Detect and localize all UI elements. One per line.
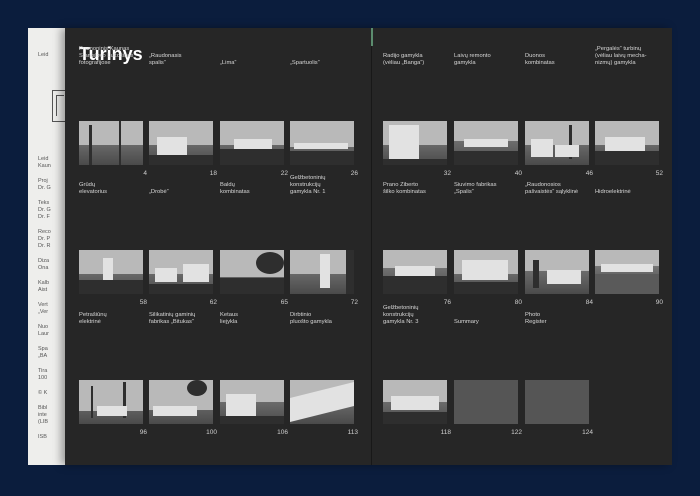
page-number: 80 [514,299,522,306]
contents-spread: Turinys Pramoninis Kaunas Stanislovo Luk… [65,28,672,465]
entry-thumbnail [454,380,518,424]
colophon-fragment: Bibl [38,405,48,411]
bookmark-ribbon [371,28,373,46]
page-number: 40 [514,170,522,177]
colophon-fragment: Spa [38,346,48,352]
page-number: 52 [655,170,663,177]
entry-caption: „Pergalės“ turbinų (vėliau laivų mecha- … [595,46,647,66]
entry-caption: Hidroelektrinė [595,189,631,195]
entry-caption: „Raudonasis spalis“ [149,53,182,66]
colophon-fragment: Ona [38,265,49,271]
colophon-fragment: Dr. R [38,243,51,249]
entry-thumbnail [454,250,518,294]
entry-caption: Radijo gamykla (vėliau „Banga“) [383,53,425,66]
page-number: 65 [280,299,288,306]
colophon-fragment: Dr. P [38,236,51,242]
page-number: 106 [277,429,288,436]
entry-caption: Siuvimo fabrikas „Spalis“ [454,182,497,195]
page-number: 113 [347,429,358,436]
entry-thumbnail [525,121,589,165]
entry-thumbnail [595,250,659,294]
entry-caption: Summary [454,319,479,325]
entry-thumbnail [220,121,284,165]
colophon-fragment: Laur [38,331,50,337]
entry-caption: Gelžbetoninių konstrukcijų gamykla Nr. 1 [290,175,326,195]
entry-thumbnail [149,121,213,165]
colophon-fragment: Kalb [38,280,50,286]
colophon-fragment: Leid [38,156,49,162]
page-number: 96 [139,429,147,436]
page-number: 124 [582,429,593,436]
entry-thumbnail [525,380,589,424]
page-number: 62 [209,299,217,306]
colophon-fragment: Diza [38,258,50,264]
entry-thumbnail [79,121,143,165]
page-number: 22 [280,170,288,177]
entry-thumbnail [290,250,354,294]
colophon-fragment: ISB [38,434,47,440]
entry-thumbnail [220,380,284,424]
entry-thumbnail [595,121,659,165]
entry-caption: „Spartuolis“ [290,60,320,66]
page-number: 72 [350,299,358,306]
colophon-fragment: inte [38,412,47,418]
entry-thumbnail [454,121,518,165]
colophon-fragment: Teks [38,200,50,206]
entry-caption: Silikatinių gaminių fabrikas „Bitukas“ [149,312,196,325]
page-number: 32 [443,170,451,177]
colophon-fragment: Kaun [38,163,51,169]
entry-thumbnail [290,121,354,165]
colophon-fragment: Aist [38,287,48,293]
entry-caption: Photo Register [525,312,547,325]
colophon-fragment: 100 [38,375,48,381]
page-number: 18 [209,170,217,177]
colophon-fragment: Leid [38,52,49,58]
entry-thumbnail [290,380,354,424]
entry-caption: Pramoninis Kaunas Stanislovo Lukošiaus f… [79,46,134,66]
page-number: 46 [585,170,593,177]
entry-caption: Petrašiūnų elektrinė [79,312,107,325]
colophon-fragment: Nuo [38,324,49,330]
page-number: 100 [206,429,217,436]
page-number: 84 [585,299,593,306]
entry-caption: Baldų kombinatas [220,182,250,195]
entry-thumbnail [383,380,447,424]
entry-caption: Ketaus liejykla [220,312,239,325]
colophon-fragment: Proj [38,178,48,184]
colophon-fragment: Reco [38,229,51,235]
entry-caption: Prano Ziberto šilko kombinatas [383,182,426,195]
page-number: 90 [655,299,663,306]
entry-caption: „Lima“ [220,60,237,66]
entry-thumbnail [383,121,447,165]
spine-gutter [371,28,372,465]
entry-thumbnail [79,250,143,294]
entry-caption: Grūdų elevatorius [79,182,108,195]
colophon-fragment: „Ver [38,309,49,315]
entry-caption: „Drobė“ [149,189,169,195]
page-number: 4 [143,170,147,177]
colophon-fragment: „BA [38,353,48,359]
entry-thumbnail [220,250,284,294]
colophon-fragment: Tira [38,368,48,374]
colophon-fragment: Vert [38,302,48,308]
entry-caption: Duonos kombinatas [525,53,555,66]
entry-thumbnail [525,250,589,294]
colophon-fragment: Dr. G [38,207,51,213]
page-number: 58 [139,299,147,306]
entry-caption: Gelžbetoninių konstrukcijų gamykla Nr. 3 [383,305,419,325]
entry-thumbnail [149,250,213,294]
colophon-fragment: Dr. F [38,214,50,220]
page-number: 118 [440,429,451,436]
entry-thumbnail [149,380,213,424]
colophon-fragment: (LIB [38,419,49,425]
colophon-fragment: Dr. G [38,185,51,191]
colophon-fragment: © K [38,390,48,396]
page-number: 122 [511,429,522,436]
entry-caption: „Raudonosios pašvaistės“ sąlyklinė [525,182,579,195]
entry-thumbnail [79,380,143,424]
entry-caption: Laivų remonto gamykla [454,53,491,66]
entry-thumbnail [383,250,447,294]
entry-caption: Dirbtinio pluošto gamykla [290,312,332,325]
